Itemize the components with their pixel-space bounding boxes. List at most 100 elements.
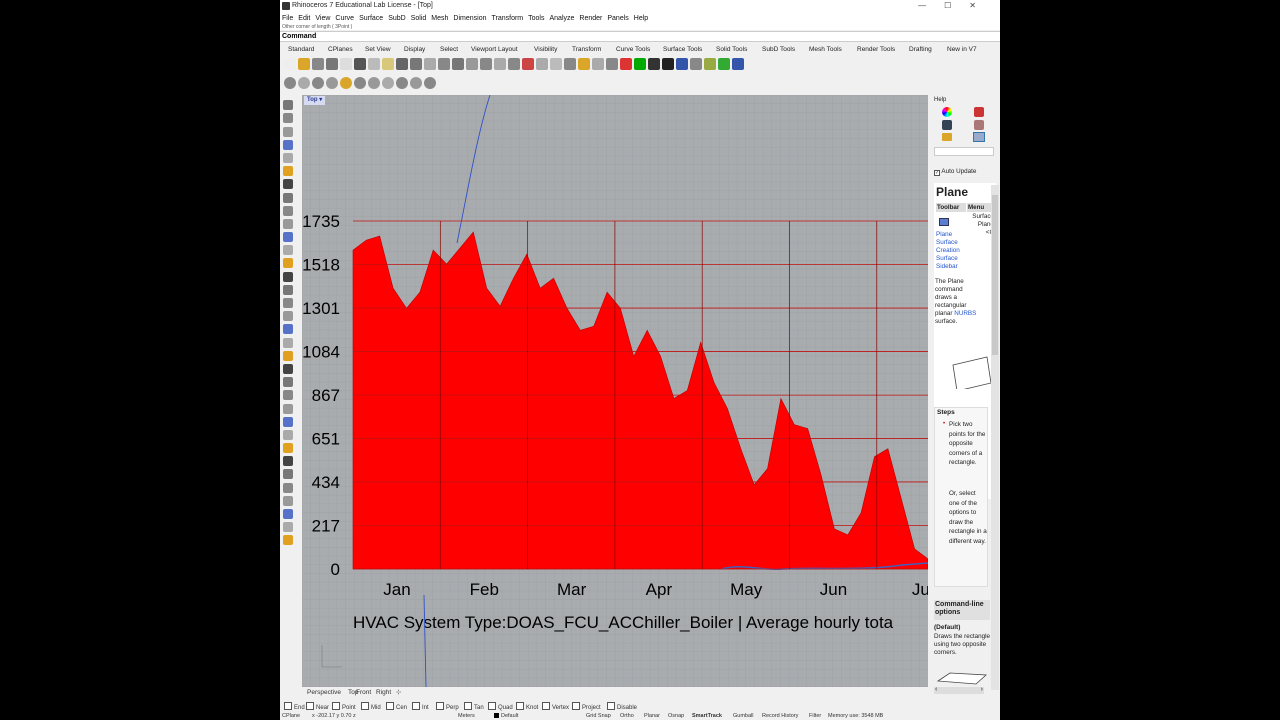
toolbar2-tool-10-icon[interactable] <box>410 77 422 89</box>
toolbar-tool-4-icon[interactable] <box>326 58 338 70</box>
folder-icon[interactable] <box>942 133 952 141</box>
tab-render-tools[interactable]: Render Tools <box>857 44 895 56</box>
toolbar-tool-23-icon[interactable] <box>592 58 604 70</box>
nurbs-link[interactable]: NURBS <box>954 310 976 317</box>
menu-edit[interactable]: Edit <box>298 15 310 22</box>
menu-dimension[interactable]: Dimension <box>453 15 486 22</box>
properties-icon[interactable] <box>974 120 984 130</box>
toolbar-tool-31-icon[interactable] <box>704 58 716 70</box>
menu-file[interactable]: File <box>282 15 293 22</box>
status-toggle-filter[interactable]: Filter <box>809 712 821 720</box>
toolbar-tool-3-icon[interactable] <box>312 58 324 70</box>
status-units[interactable]: Meters <box>458 712 475 720</box>
scroll-right-icon[interactable]: › <box>981 686 983 693</box>
scroll-thumb[interactable] <box>992 195 998 355</box>
toolbar2-tool-4-icon[interactable] <box>326 77 338 89</box>
top-viewport[interactable]: 0 217 434 651 867 1084 1301 1518 1735 Jan Feb Mar Ap… <box>302 95 928 687</box>
tab-set-view[interactable]: Set View <box>365 44 391 56</box>
sidebar-tool-4-icon[interactable] <box>283 139 293 150</box>
tab-new-in-v7[interactable]: New in V7 <box>947 44 977 56</box>
sidebar-tool-13-icon[interactable] <box>283 258 293 269</box>
toolbar-tool-27-icon[interactable] <box>648 58 660 70</box>
status-toggle-planar[interactable]: Planar <box>644 712 660 720</box>
close-button[interactable]: ✕ <box>969 1 994 10</box>
toolbar2-tool-3-icon[interactable] <box>312 77 324 89</box>
viewport-tab-3[interactable]: Front <box>356 687 371 699</box>
menu-surface[interactable]: Surface <box>359 15 383 22</box>
sidebar-tool-19-icon[interactable] <box>283 337 293 348</box>
status-toggle-smarttrack[interactable]: SmartTrack <box>692 712 722 720</box>
sidebar-tool-28-icon[interactable] <box>283 456 293 467</box>
toolbar-path-item[interactable]: Plane <box>936 231 966 239</box>
help-tab-label[interactable]: Help <box>934 97 946 103</box>
toolbar-tool-16-icon[interactable] <box>494 58 506 70</box>
help-vscrollbar[interactable] <box>991 185 999 690</box>
help-panel-icon[interactable] <box>973 132 985 142</box>
minimize-button[interactable]: — <box>918 1 944 10</box>
auto-update-check-icon[interactable]: ✓ <box>934 170 940 176</box>
sidebar-tool-22-icon[interactable] <box>283 377 293 388</box>
render-icon[interactable] <box>974 107 984 117</box>
scroll-left-icon[interactable]: ‹ <box>935 686 937 693</box>
tab-standard[interactable]: Standard <box>288 44 314 56</box>
toolbar2-tool-1-icon[interactable] <box>284 77 296 89</box>
sidebar-tool-1-icon[interactable] <box>283 100 293 111</box>
sidebar-tool-27-icon[interactable] <box>283 443 293 454</box>
toolbar-path-item[interactable]: Surface <box>936 255 966 263</box>
toolbar-tool-13-icon[interactable] <box>452 58 464 70</box>
toolbar2-tool-9-icon[interactable] <box>396 77 408 89</box>
sidebar-tool-7-icon[interactable] <box>283 179 293 190</box>
tab-mesh-tools[interactable]: Mesh Tools <box>809 44 842 56</box>
status-toggle-ortho[interactable]: Ortho <box>620 712 634 720</box>
menu-solid[interactable]: Solid <box>411 15 427 22</box>
sidebar-tool-8-icon[interactable] <box>283 192 293 203</box>
toolbar2-tool-2-icon[interactable] <box>298 77 310 89</box>
menu-render[interactable]: Render <box>579 15 602 22</box>
toolbar-tool-22-icon[interactable] <box>578 58 590 70</box>
menu-help[interactable]: Help <box>634 15 648 22</box>
toolbar-tool-18-icon[interactable] <box>522 58 534 70</box>
toolbar-tool-29-icon[interactable] <box>676 58 688 70</box>
toolbar-tool-17-icon[interactable] <box>508 58 520 70</box>
window-controls[interactable]: —☐✕ <box>918 0 994 12</box>
sidebar-tool-29-icon[interactable] <box>283 469 293 480</box>
command-input[interactable] <box>317 33 987 41</box>
sidebar-tool-2-icon[interactable] <box>283 113 293 124</box>
toolbar-tool-11-icon[interactable] <box>424 58 436 70</box>
status-toggle-gumball[interactable]: Gumball <box>733 712 753 720</box>
tab-visibility[interactable]: Visibility <box>534 44 557 56</box>
help-hscrollbar[interactable]: ‹ › <box>934 686 984 694</box>
viewport-menu-arrow[interactable]: ▾ <box>319 97 322 103</box>
sidebar-tool-12-icon[interactable] <box>283 245 293 256</box>
toolbar-tool-8-icon[interactable] <box>382 58 394 70</box>
sidebar-tool-30-icon[interactable] <box>283 482 293 493</box>
sidebar-tool-25-icon[interactable] <box>283 416 293 427</box>
sidebar-tool-10-icon[interactable] <box>283 218 293 229</box>
status-toggle-record-history[interactable]: Record History <box>762 712 798 720</box>
menu-transform[interactable]: Transform <box>492 15 524 22</box>
viewport-name[interactable]: Top <box>307 97 318 103</box>
sidebar-tool-20-icon[interactable] <box>283 350 293 361</box>
maximize-button[interactable]: ☐ <box>944 1 969 10</box>
tab-viewport-layout[interactable]: Viewport Layout <box>471 44 518 56</box>
menu-view[interactable]: View <box>315 15 330 22</box>
toolbar-tool-15-icon[interactable] <box>480 58 492 70</box>
sidebar-tool-33-icon[interactable] <box>283 522 293 533</box>
sidebar-tool-23-icon[interactable] <box>283 390 293 401</box>
toolbar-path-item[interactable]: Surface <box>936 239 966 247</box>
help-search-field[interactable] <box>934 147 994 156</box>
sidebar-tool-32-icon[interactable] <box>283 509 293 519</box>
sidebar-tool-18-icon[interactable] <box>283 324 293 335</box>
viewport-tab-1[interactable]: Perspective <box>307 687 341 699</box>
toolbar-tool-5-icon[interactable] <box>340 58 352 70</box>
toolbar-tool-30-icon[interactable] <box>690 58 702 70</box>
toolbar-tool-7-icon[interactable] <box>368 58 380 70</box>
toolbar2-tool-6-icon[interactable] <box>354 77 366 89</box>
tab-solid-tools[interactable]: Solid Tools <box>716 44 747 56</box>
sidebar-tool-24-icon[interactable] <box>283 403 293 414</box>
toolbar-path-item[interactable]: Sidebar <box>936 263 966 271</box>
construction-line[interactable] <box>423 594 427 687</box>
layers-icon[interactable] <box>942 120 952 130</box>
viewport-tab-4[interactable]: Right <box>376 687 391 699</box>
menu-tools[interactable]: Tools <box>528 15 544 22</box>
